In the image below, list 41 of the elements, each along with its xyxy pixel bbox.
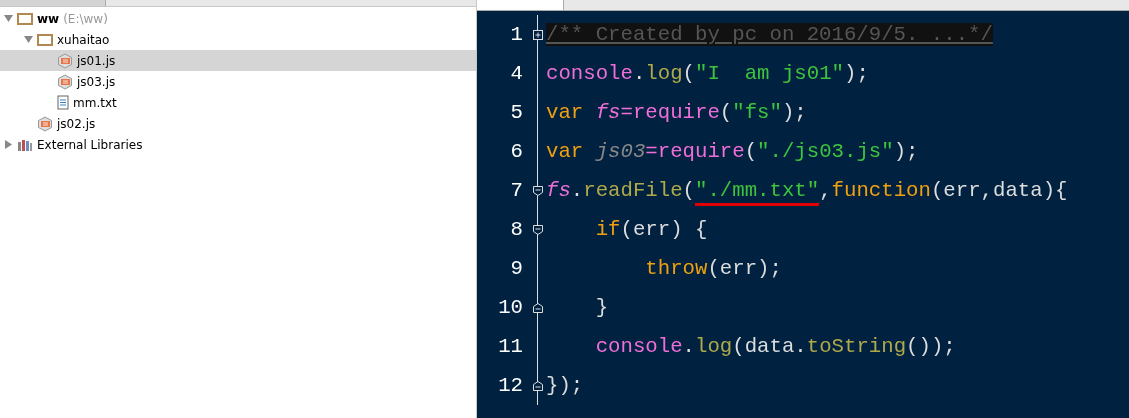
collapse-fold-icon[interactable] bbox=[532, 224, 543, 235]
folder-path: (E:\ww) bbox=[63, 11, 108, 26]
line-number: 8 bbox=[509, 218, 524, 241]
tree-item[interactable]: js03.js bbox=[0, 71, 476, 92]
code-line: var fs=require("fs"); bbox=[545, 101, 807, 124]
library-icon bbox=[17, 137, 33, 152]
collapse-fold-icon[interactable] bbox=[532, 302, 543, 313]
collapse-fold-icon[interactable] bbox=[532, 380, 543, 391]
code-line: console.log(data.toString()); bbox=[594, 335, 956, 358]
code-line: }); bbox=[545, 374, 584, 397]
line-number: 4 bbox=[509, 62, 524, 85]
js-file-icon bbox=[57, 73, 73, 90]
text-file-icon bbox=[57, 95, 69, 110]
tree-item[interactable]: ww (E:\ww) bbox=[0, 8, 476, 29]
tree-item[interactable]: mm.txt bbox=[0, 92, 476, 113]
line-number: 5 bbox=[509, 101, 524, 124]
expand-arrow-icon bbox=[4, 140, 13, 149]
line-number: 1 bbox=[509, 23, 524, 46]
line-number: 9 bbox=[509, 257, 524, 280]
code-line: var js03=require("./js03.js"); bbox=[545, 140, 919, 163]
tree-item[interactable]: External Libraries bbox=[0, 134, 476, 155]
collapse-arrow-icon bbox=[24, 35, 33, 44]
code-line: } bbox=[594, 296, 609, 319]
line-number: 11 bbox=[497, 335, 524, 358]
code-line: throw(err); bbox=[644, 257, 782, 280]
line-number: 7 bbox=[509, 179, 524, 202]
line-number: 12 bbox=[497, 374, 524, 397]
line-number: 6 bbox=[509, 140, 524, 163]
code-line: if(err) { bbox=[594, 218, 708, 241]
collapse-arrow-icon bbox=[4, 14, 13, 23]
collapse-fold-icon[interactable] bbox=[532, 185, 543, 196]
code-line: console.log("I am js01"); bbox=[545, 62, 869, 85]
tree-item[interactable]: xuhaitao bbox=[0, 29, 476, 50]
tree-item[interactable]: js01.js bbox=[0, 50, 476, 71]
tree-item[interactable]: js02.js bbox=[0, 113, 476, 134]
expand-fold-icon[interactable] bbox=[532, 29, 543, 40]
js-file-icon bbox=[57, 52, 73, 69]
js-file-icon bbox=[37, 115, 53, 132]
folder-icon bbox=[17, 12, 33, 25]
line-number: 10 bbox=[497, 296, 524, 319]
folder-icon bbox=[37, 33, 53, 46]
